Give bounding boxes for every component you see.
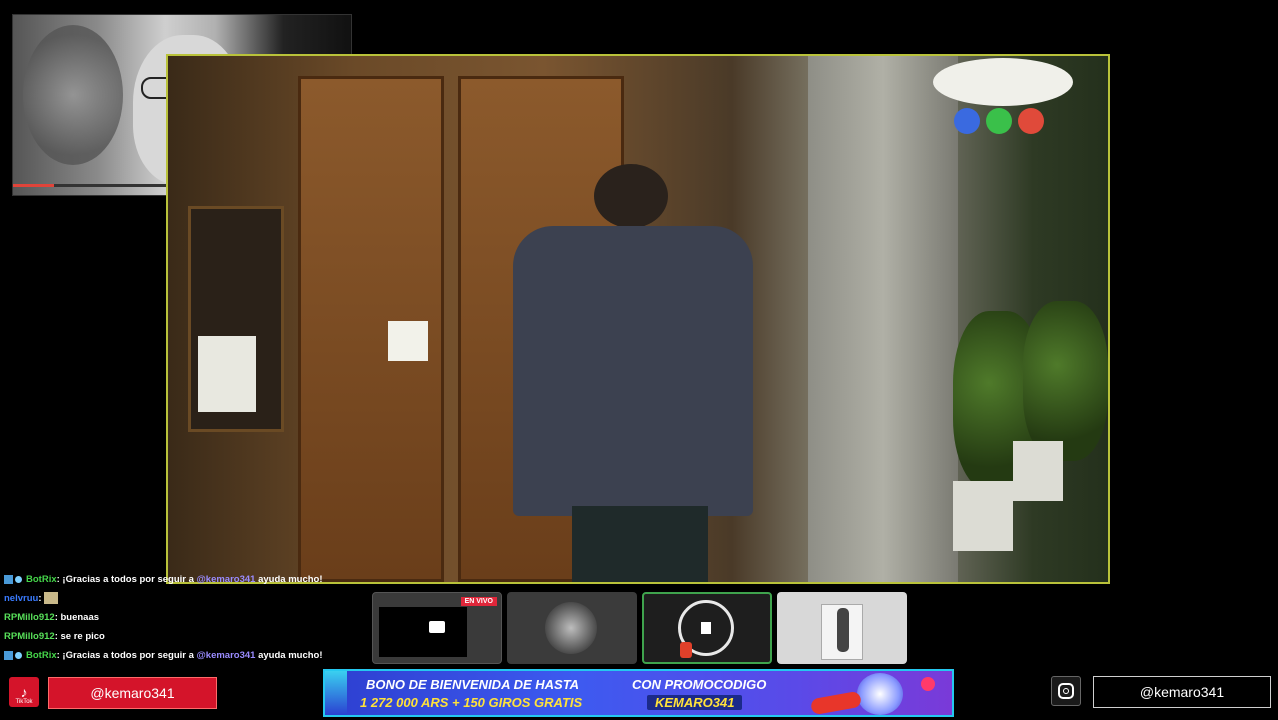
promo-code-label: CON PROMOCODIGO bbox=[632, 677, 767, 692]
scene-thumbnail-screen[interactable]: EN VIVO bbox=[372, 592, 502, 664]
planter bbox=[953, 481, 1013, 551]
store-sign bbox=[933, 58, 1073, 106]
chat-username[interactable]: BotRix bbox=[26, 574, 57, 585]
verified-badge-icon bbox=[15, 651, 22, 659]
plant bbox=[1023, 301, 1108, 461]
emote-icon bbox=[44, 592, 59, 605]
balloon bbox=[954, 108, 980, 134]
chat-username[interactable]: RPMillo912 bbox=[4, 631, 55, 642]
chat-message: BotRix: ¡Gracias a todos por seguir a @k… bbox=[4, 570, 364, 589]
scene-thumbnail-person[interactable] bbox=[777, 592, 907, 664]
heart-icon bbox=[921, 677, 935, 691]
person-legs bbox=[572, 506, 708, 582]
chat-username[interactable]: nelvruu bbox=[4, 593, 38, 604]
chat-message: nelvruu: bbox=[4, 589, 364, 608]
planter bbox=[1013, 441, 1063, 501]
chat-text: ayuda mucho! bbox=[255, 650, 323, 661]
chat-mention[interactable]: @kemaro341 bbox=[197, 650, 256, 661]
promo-line1: BONO DE BIENVENIDA DE HASTA bbox=[366, 677, 580, 692]
banner-decoration bbox=[325, 671, 347, 715]
chat-text: : se re pico bbox=[54, 631, 105, 642]
person-silhouette bbox=[837, 608, 849, 652]
instagram-handle[interactable]: @kemaro341 bbox=[1093, 676, 1271, 708]
stone-pillar bbox=[808, 56, 958, 582]
live-badge: EN VIVO bbox=[460, 597, 497, 606]
chat-message: BotRix: ¡Gracias a todos por seguir a @k… bbox=[4, 646, 364, 665]
character-icon bbox=[680, 642, 692, 658]
chat-username[interactable]: RPMillo912 bbox=[4, 612, 55, 623]
chat-text: : ¡Gracias a todos por seguir a bbox=[56, 650, 197, 661]
chat-text: : buenaas bbox=[54, 612, 100, 623]
qr-sign bbox=[198, 336, 256, 412]
logo-icon bbox=[701, 622, 711, 634]
bot-badge-icon bbox=[4, 574, 13, 584]
robot-mascot-icon bbox=[857, 673, 903, 715]
tiktok-handle[interactable]: @kemaro341 bbox=[48, 677, 217, 709]
instagram-icon[interactable] bbox=[1051, 676, 1081, 706]
door-sticker bbox=[388, 321, 428, 361]
promo-amount: 1 272 000 ARS + 150 GIROS GRATIS bbox=[360, 695, 583, 710]
thumb-screen bbox=[379, 607, 467, 657]
promo-code: KEMARO341 bbox=[647, 695, 743, 710]
promo-banner[interactable]: BONO DE BIENVENIDA DE HASTA 1 272 000 AR… bbox=[323, 669, 954, 717]
scene-thumbnail-avatar[interactable] bbox=[507, 592, 637, 664]
person-jacket bbox=[513, 226, 753, 516]
person-head bbox=[594, 164, 668, 228]
tiktok-label: TikTok bbox=[15, 699, 33, 705]
chat-message: RPMillo912: buenaas bbox=[4, 608, 364, 627]
chat-text: : ¡Gracias a todos por seguir a bbox=[56, 574, 197, 585]
monitor-icon bbox=[429, 621, 445, 633]
chat-panel: BotRix: ¡Gracias a todos por seguir a @k… bbox=[4, 570, 364, 665]
main-video[interactable] bbox=[166, 54, 1110, 584]
chat-mention[interactable]: @kemaro341 bbox=[197, 574, 256, 585]
bot-badge-icon bbox=[4, 650, 13, 660]
verified-badge-icon bbox=[15, 575, 22, 583]
chat-message: RPMillo912: se re pico bbox=[4, 627, 364, 646]
webcam-progress-fill bbox=[13, 184, 54, 187]
chat-username[interactable]: BotRix bbox=[26, 650, 57, 661]
chat-text: ayuda mucho! bbox=[255, 574, 323, 585]
avatar bbox=[545, 602, 597, 654]
balloon bbox=[1018, 108, 1044, 134]
balloon bbox=[986, 108, 1012, 134]
scene-thumbnail-logo[interactable] bbox=[642, 592, 772, 664]
rocket-icon bbox=[809, 690, 863, 715]
smoke bbox=[23, 25, 123, 165]
